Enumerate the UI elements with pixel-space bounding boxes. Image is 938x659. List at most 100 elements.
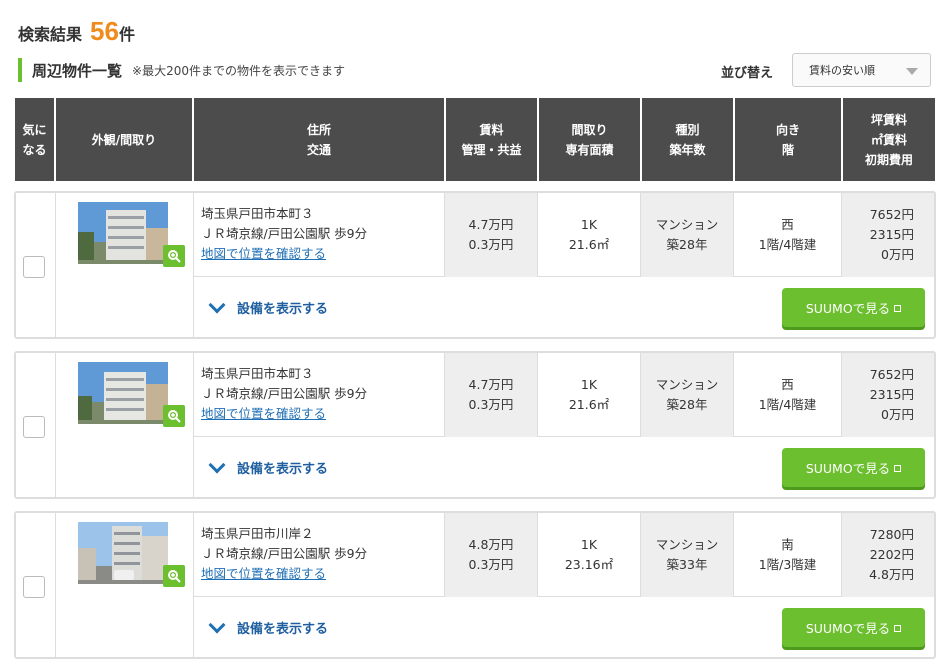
map-link[interactable]: 地図で位置を確認する (201, 244, 444, 264)
result-label: 検索結果 (18, 25, 83, 44)
layout-value: 1K (580, 217, 598, 232)
suumo-button-label: SUUMOで見る (805, 301, 891, 316)
suumo-button[interactable]: SUUMOで見る (782, 288, 925, 327)
show-facilities-label: 設備を表示する (237, 462, 329, 477)
suumo-button[interactable]: SUUMOで見る (782, 608, 925, 647)
external-link-icon (894, 465, 902, 472)
sqm-rent-value: 2315円 (869, 387, 914, 402)
listing-actions: 設備を表示する SUUMOで見る (194, 598, 934, 657)
fee-value: 0.3万円 (468, 397, 514, 412)
type-cell: マンション 築28年 (641, 353, 734, 437)
address-text: 埼玉県戸田市川岸２ (201, 526, 314, 541)
initial-cost-value: 0万円 (881, 407, 914, 422)
rent-value: 4.7万円 (468, 217, 514, 232)
layout-cell: 1K 23.16㎡ (538, 513, 641, 597)
table-header: 気に なる 外観/間取り 住所 交通 賃料 管理・共益 間取り 専有面積 種別 … (15, 98, 935, 181)
external-link-icon (894, 305, 902, 312)
initial-cost-value: 4.8万円 (869, 567, 914, 582)
floor-value: 1階/4階建 (758, 237, 817, 252)
column-header-favorite: 気に なる (15, 98, 56, 181)
favorite-checkbox[interactable] (23, 256, 45, 278)
price-detail-cell: 7280円 2202円 4.8万円 (842, 513, 934, 597)
listing-details: 埼玉県戸田市本町３ ＪＲ埼京線/戸田公園駅 歩9分 地図で位置を確認する 4.7… (194, 193, 934, 277)
access-text: ＪＲ埼京線/戸田公園駅 歩9分 (201, 546, 368, 561)
listing-card: 埼玉県戸田市本町３ ＪＲ埼京線/戸田公園駅 歩9分 地図で位置を確認する 4.7… (14, 351, 936, 499)
favorite-checkbox[interactable] (23, 416, 45, 438)
sort-label: 並び替え (721, 66, 774, 81)
tsubo-rent-value: 7652円 (869, 367, 914, 382)
address-text: 埼玉県戸田市本町３ (201, 206, 314, 221)
direction-cell: 西 1階/4階建 (734, 353, 842, 437)
sort-select[interactable]: 賃料の安い順 (792, 53, 931, 87)
show-facilities-toggle[interactable]: 設備を表示する (208, 456, 329, 477)
price-detail-cell: 7652円 2315円 0万円 (842, 353, 934, 437)
direction-cell: 西 1階/4階建 (734, 193, 842, 277)
show-facilities-toggle[interactable]: 設備を表示する (208, 296, 328, 317)
photo-cell (56, 193, 194, 337)
column-header-layout: 間取り 専有面積 (539, 98, 642, 181)
address-cell: 埼玉県戸田市川岸２ ＪＲ埼京線/戸田公園駅 歩9分 地図で位置を確認する (194, 513, 445, 597)
chevron-down-icon (208, 296, 226, 313)
zoom-in-icon[interactable] (163, 245, 185, 267)
type-cell: マンション 築33年 (641, 513, 734, 597)
age-value: 築33年 (666, 557, 708, 572)
listing-actions: 設備を表示する SUUMOで見る (194, 438, 934, 497)
fee-value: 0.3万円 (468, 237, 514, 252)
property-photo[interactable] (78, 522, 168, 584)
suumo-button[interactable]: SUUMOで見る (782, 448, 925, 487)
section-accent-bar (18, 58, 22, 82)
age-value: 築28年 (666, 397, 708, 412)
photo-cell (56, 513, 194, 657)
caret-down-icon (906, 68, 918, 75)
column-header-price-detail: 坪賃料 ㎡賃料 初期費用 (843, 98, 935, 181)
chevron-down-icon (208, 456, 226, 473)
suumo-button-label: SUUMOで見る (805, 621, 891, 636)
result-count: 検索結果 56 件 (18, 16, 135, 47)
section-note: ※最大200件までの物件を表示できます (132, 63, 345, 78)
suumo-button-label: SUUMOで見る (805, 461, 891, 476)
zoom-in-icon[interactable] (163, 565, 185, 587)
result-count-number: 56 (90, 16, 119, 46)
direction-value: 南 (781, 537, 794, 552)
layout-cell: 1K 21.6㎡ (538, 193, 641, 277)
listing-details: 埼玉県戸田市本町３ ＪＲ埼京線/戸田公園駅 歩9分 地図で位置を確認する 4.7… (194, 353, 934, 437)
listing-card: 埼玉県戸田市本町３ ＪＲ埼京線/戸田公園駅 歩9分 地図で位置を確認する 4.7… (14, 191, 936, 339)
favorite-cell (16, 193, 56, 337)
age-value: 築28年 (666, 237, 708, 252)
property-photo[interactable] (78, 362, 168, 424)
column-header-photo: 外観/間取り (56, 98, 194, 181)
sqm-rent-value: 2315円 (869, 227, 914, 242)
favorite-cell (16, 353, 56, 497)
direction-value: 西 (781, 217, 794, 232)
price-detail-cell: 7652円 2315円 0万円 (842, 193, 934, 277)
property-photo[interactable] (78, 202, 168, 264)
layout-value: 1K (580, 537, 598, 552)
map-link[interactable]: 地図で位置を確認する (201, 404, 444, 424)
column-header-rent: 賃料 管理・共益 (446, 98, 539, 181)
rent-value: 4.8万円 (468, 537, 514, 552)
zoom-in-icon[interactable] (163, 405, 185, 427)
type-value: マンション (655, 377, 719, 392)
section-heading: 周辺物件一覧 ※最大200件までの物件を表示できます (18, 57, 345, 83)
rent-cell: 4.7万円 0.3万円 (445, 193, 538, 277)
tsubo-rent-value: 7280円 (869, 527, 914, 542)
type-value: マンション (655, 537, 719, 552)
fee-value: 0.3万円 (468, 557, 514, 572)
result-unit: 件 (118, 25, 135, 44)
map-link[interactable]: 地図で位置を確認する (201, 564, 444, 584)
sort-select-value: 賃料の安い順 (809, 64, 875, 77)
listing-card: 埼玉県戸田市川岸２ ＪＲ埼京線/戸田公園駅 歩9分 地図で位置を確認する 4.8… (14, 511, 936, 659)
type-cell: マンション 築28年 (641, 193, 734, 277)
favorite-checkbox[interactable] (23, 576, 45, 598)
favorite-cell (16, 513, 56, 657)
floor-value: 1階/3階建 (758, 557, 817, 572)
access-text: ＪＲ埼京線/戸田公園駅 歩9分 (201, 226, 368, 241)
show-facilities-toggle[interactable]: 設備を表示する (208, 616, 328, 637)
address-cell: 埼玉県戸田市本町３ ＪＲ埼京線/戸田公園駅 歩9分 地図で位置を確認する (194, 193, 445, 277)
photo-cell (56, 353, 194, 497)
initial-cost-value: 0万円 (881, 247, 914, 262)
direction-cell: 南 1階/3階建 (734, 513, 842, 597)
type-value: マンション (655, 217, 719, 232)
floor-value: 1階/4階建 (758, 397, 817, 412)
sqm-rent-value: 2202円 (869, 547, 914, 562)
